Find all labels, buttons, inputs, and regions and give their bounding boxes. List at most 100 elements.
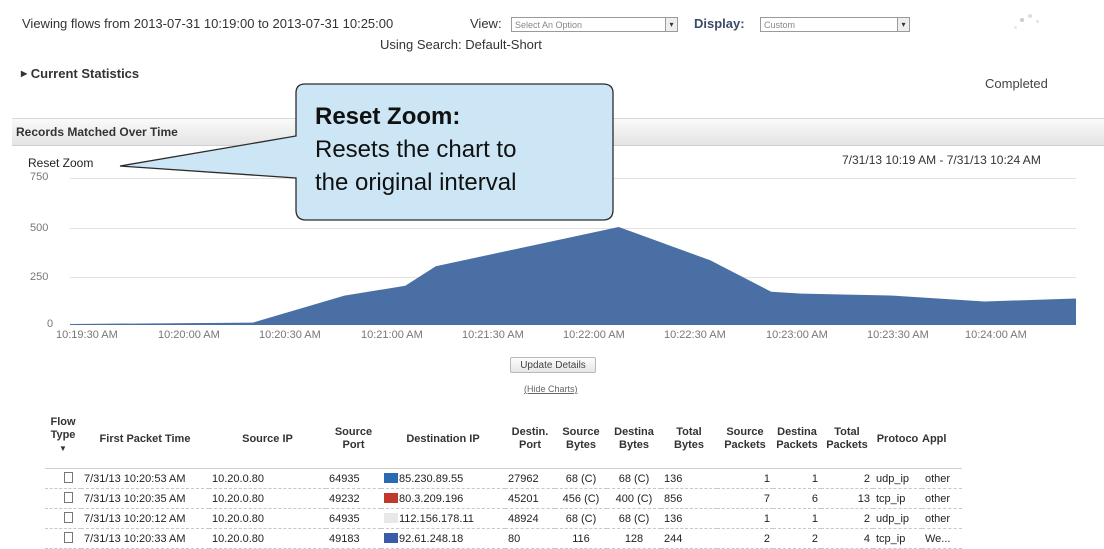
callout-title: Reset Zoom: (315, 103, 461, 130)
cell-source-packets: 2 (717, 528, 773, 549)
column-header-source-ip[interactable]: Source IP (209, 410, 326, 469)
cell-source-port: 64935 (326, 508, 381, 529)
column-header-label: Total Bytes (674, 426, 704, 451)
cell-destination-packets: 2 (773, 528, 821, 549)
cell-source-port: 64935 (326, 468, 381, 489)
cell-flow-type (45, 488, 81, 509)
cell-first-packet-time: 7/31/13 10:20:33 AM (81, 528, 209, 549)
cell-total-packets: 13 (821, 488, 873, 509)
column-header-label: Protoco (876, 432, 919, 445)
cell-total-packets: 4 (821, 528, 873, 549)
column-header-label: Source Port (334, 426, 373, 451)
column-header-label: Appl (922, 432, 947, 445)
column-header-label: Flow Type (50, 416, 76, 441)
column-header-label: Source IP (242, 432, 293, 445)
flows-table: Flow Type ▼ First Packet Time Source IP … (45, 410, 962, 549)
country-flag-icon (384, 492, 398, 503)
table-header-row: Flow Type ▼ First Packet Time Source IP … (45, 410, 962, 469)
cell-first-packet-time: 7/31/13 10:20:12 AM (81, 508, 209, 529)
callout-text: Reset Zoom: Resets the chart to the orig… (315, 100, 516, 199)
update-details-button[interactable]: Update Details (510, 357, 596, 373)
cell-source-packets: 7 (717, 488, 773, 509)
cell-destination-ip: 112.156.178.11 (381, 508, 505, 529)
column-header-total-bytes[interactable]: Total Bytes (661, 410, 717, 469)
cell-source-bytes: 68 (C) (555, 468, 607, 489)
cell-destination-ip: 85.230.89.55 (381, 468, 505, 489)
cell-flow-type (45, 508, 81, 529)
cell-destination-packets: 6 (773, 488, 821, 509)
column-header-total-packets[interactable]: Total Packets (821, 410, 873, 469)
column-header-destination-bytes[interactable]: Destina Bytes (607, 410, 661, 469)
cell-source-ip: 10.20.0.80 (209, 508, 326, 529)
cell-total-bytes: 244 (661, 528, 717, 549)
cell-source-packets: 1 (717, 468, 773, 489)
column-header-first-packet-time[interactable]: First Packet Time (81, 410, 209, 469)
callout-line-1: Resets the chart to (315, 136, 517, 163)
cell-source-ip: 10.20.0.80 (209, 468, 326, 489)
column-header-label: Source Bytes (562, 426, 600, 451)
column-header-label: Destin. Port (511, 426, 549, 451)
destination-ip-text[interactable]: 80.3.209.196 (399, 493, 463, 505)
cell-application: other (922, 488, 962, 509)
country-flag-icon (384, 532, 398, 543)
table-row[interactable]: 7/31/13 10:20:53 AM 10.20.0.80 64935 85.230… (45, 468, 962, 489)
cell-source-ip: 10.20.0.80 (209, 528, 326, 549)
cell-destination-port: 27962 (505, 468, 555, 489)
document-icon[interactable] (64, 511, 73, 523)
column-header-source-packets[interactable]: Source Packets (717, 410, 773, 469)
country-flag-icon (384, 512, 398, 523)
table-row[interactable]: 7/31/13 10:20:33 AM 10.20.0.80 49183 92.61.… (45, 528, 962, 549)
cell-first-packet-time: 7/31/13 10:20:35 AM (81, 488, 209, 509)
cell-destination-bytes: 400 (C) (607, 488, 661, 509)
column-header-source-bytes[interactable]: Source Bytes (555, 410, 607, 469)
cell-destination-bytes: 128 (607, 528, 661, 549)
cell-total-bytes: 856 (661, 488, 717, 509)
cell-source-port: 49183 (326, 528, 381, 549)
sort-desc-icon[interactable]: ▼ (45, 442, 81, 455)
cell-destination-bytes: 68 (C) (607, 468, 661, 489)
column-header-label: First Packet Time (99, 432, 191, 445)
cell-protocol: tcp_ip (873, 488, 922, 509)
cell-total-bytes: 136 (661, 468, 717, 489)
column-header-application[interactable]: Appl (922, 410, 962, 469)
cell-application: We... (922, 528, 962, 549)
column-header-label: Source Packets (724, 426, 766, 451)
table-row[interactable]: 7/31/13 10:20:35 AM 10.20.0.80 49232 80.3.2… (45, 488, 962, 509)
cell-total-packets: 2 (821, 508, 873, 529)
cell-source-bytes: 456 (C) (555, 488, 607, 509)
column-header-destination-ip[interactable]: Destination IP (381, 410, 505, 469)
cell-source-ip: 10.20.0.80 (209, 488, 326, 509)
cell-flow-type (45, 468, 81, 489)
cell-destination-port: 80 (505, 528, 555, 549)
destination-ip-text[interactable]: 85.230.89.55 (399, 473, 463, 485)
cell-source-bytes: 116 (555, 528, 607, 549)
document-icon[interactable] (64, 491, 73, 503)
cell-destination-packets: 1 (773, 468, 821, 489)
cell-source-packets: 1 (717, 508, 773, 529)
cell-application: other (922, 508, 962, 529)
cell-destination-port: 45201 (505, 488, 555, 509)
column-header-label: Destination IP (406, 432, 480, 445)
cell-destination-ip: 80.3.209.196 (381, 488, 505, 509)
column-header-label: Total Packets (826, 426, 868, 451)
hide-charts-link[interactable]: (Hide Charts) (524, 384, 578, 394)
cell-source-port: 49232 (326, 488, 381, 509)
column-header-destination-port[interactable]: Destin. Port (505, 410, 555, 469)
destination-ip-text[interactable]: 112.156.178.11 (399, 513, 474, 525)
callout-line-2: the original interval (315, 169, 517, 196)
cell-destination-ip: 92.61.248.18 (381, 528, 505, 549)
column-header-source-port[interactable]: Source Port (326, 410, 381, 469)
table-row[interactable]: 7/31/13 10:20:12 AM 10.20.0.80 64935 112.15… (45, 508, 962, 529)
column-header-label: Destina Bytes (614, 426, 654, 451)
cell-flow-type (45, 528, 81, 549)
document-icon[interactable] (64, 471, 73, 483)
column-header-flow-type[interactable]: Flow Type ▼ (45, 410, 81, 469)
cell-destination-bytes: 68 (C) (607, 508, 661, 529)
cell-source-bytes: 68 (C) (555, 508, 607, 529)
country-flag-icon (384, 472, 398, 483)
column-header-destination-packets[interactable]: Destina Packets (773, 410, 821, 469)
column-header-protocol[interactable]: Protoco (873, 410, 922, 469)
cell-total-bytes: 136 (661, 508, 717, 529)
document-icon[interactable] (64, 531, 73, 543)
cell-destination-port: 48924 (505, 508, 555, 529)
